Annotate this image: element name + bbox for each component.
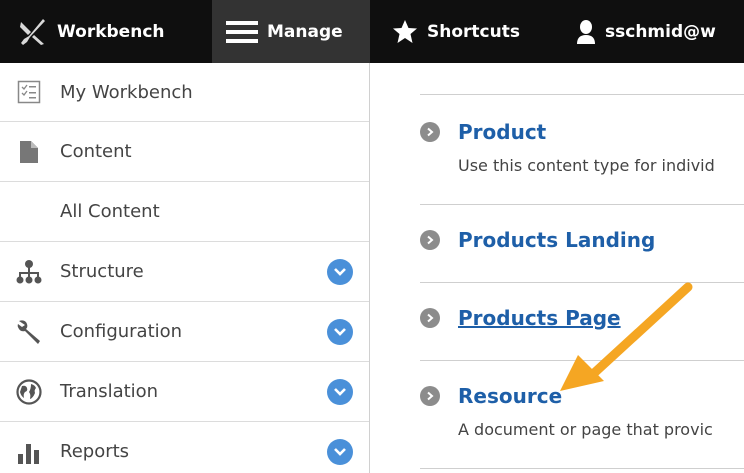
sidebar-item-label: Reports: [60, 441, 130, 462]
list-item: Resource: [420, 384, 562, 408]
content-type-link-products-landing[interactable]: Products Landing: [458, 228, 655, 252]
list-item: Products Page: [420, 306, 621, 330]
sidebar-item-translation[interactable]: Translation: [0, 362, 369, 422]
content-type-link-product[interactable]: Product: [458, 120, 546, 144]
sidebar-item-my-workbench[interactable]: My Workbench: [0, 63, 369, 122]
toolbar-shortcuts[interactable]: Shortcuts: [370, 0, 558, 63]
chevron-right-icon: [420, 308, 440, 328]
toolbar-user-label: sschmid@w: [605, 21, 716, 42]
sidebar-item-label: Translation: [60, 381, 159, 402]
toolbar-workbench[interactable]: Workbench: [0, 0, 212, 63]
toolbar-user[interactable]: sschmid@w: [558, 0, 730, 63]
bar-chart-icon: [4, 440, 54, 464]
hamburger-icon: [226, 20, 258, 44]
content-type-description: Use this content type for individ: [458, 156, 715, 175]
sidebar-item-label: All Content: [60, 201, 160, 222]
checklist-icon: [4, 80, 54, 104]
sidebar-item-structure[interactable]: Structure: [0, 242, 369, 302]
divider: [420, 282, 744, 283]
user-icon: [576, 19, 596, 45]
sidebar-item-label: Structure: [60, 261, 144, 282]
wrench-icon: [4, 319, 54, 345]
sidebar-item-configuration[interactable]: Configuration: [0, 302, 369, 362]
sidebar-item-content[interactable]: Content: [0, 122, 369, 182]
expand-configuration-chevron-icon[interactable]: [327, 318, 353, 345]
tools-icon: [18, 18, 48, 46]
content-type-list: Product Use this content type for indivi…: [370, 63, 744, 473]
globe-icon: [4, 378, 54, 405]
list-item: Products Landing: [420, 228, 655, 252]
sidebar-item-all-content[interactable]: All Content: [0, 182, 369, 242]
expand-translation-chevron-icon[interactable]: [327, 378, 353, 405]
chevron-right-icon: [420, 230, 440, 250]
sidebar-item-reports[interactable]: Reports: [0, 422, 369, 473]
content-type-link-resource[interactable]: Resource: [458, 384, 562, 408]
sidebar-item-label: Content: [60, 141, 132, 162]
chevron-right-icon: [420, 386, 440, 406]
divider: [420, 468, 744, 469]
divider: [420, 204, 744, 205]
sidebar-item-label: My Workbench: [60, 81, 193, 103]
manage-tray: My Workbench Content All Content Structu…: [0, 63, 370, 473]
divider: [420, 94, 744, 95]
admin-toolbar: Workbench Manage Shortcuts sschmid@w: [0, 0, 744, 63]
expand-reports-chevron-icon[interactable]: [327, 438, 353, 465]
toolbar-manage-label: Manage: [267, 21, 343, 42]
star-icon: [392, 19, 418, 44]
expand-structure-chevron-icon[interactable]: [327, 258, 353, 285]
sitemap-icon: [4, 259, 54, 284]
divider: [420, 360, 744, 361]
document-icon: [4, 140, 54, 163]
toolbar-workbench-label: Workbench: [57, 21, 165, 42]
sidebar-item-label: Configuration: [60, 321, 183, 342]
toolbar-shortcuts-label: Shortcuts: [427, 21, 520, 42]
list-item: Product: [420, 120, 546, 144]
chevron-right-icon: [420, 122, 440, 142]
content-type-link-products-page[interactable]: Products Page: [458, 306, 621, 330]
toolbar-manage[interactable]: Manage: [212, 0, 370, 63]
content-type-description: A document or page that provic: [458, 420, 713, 439]
